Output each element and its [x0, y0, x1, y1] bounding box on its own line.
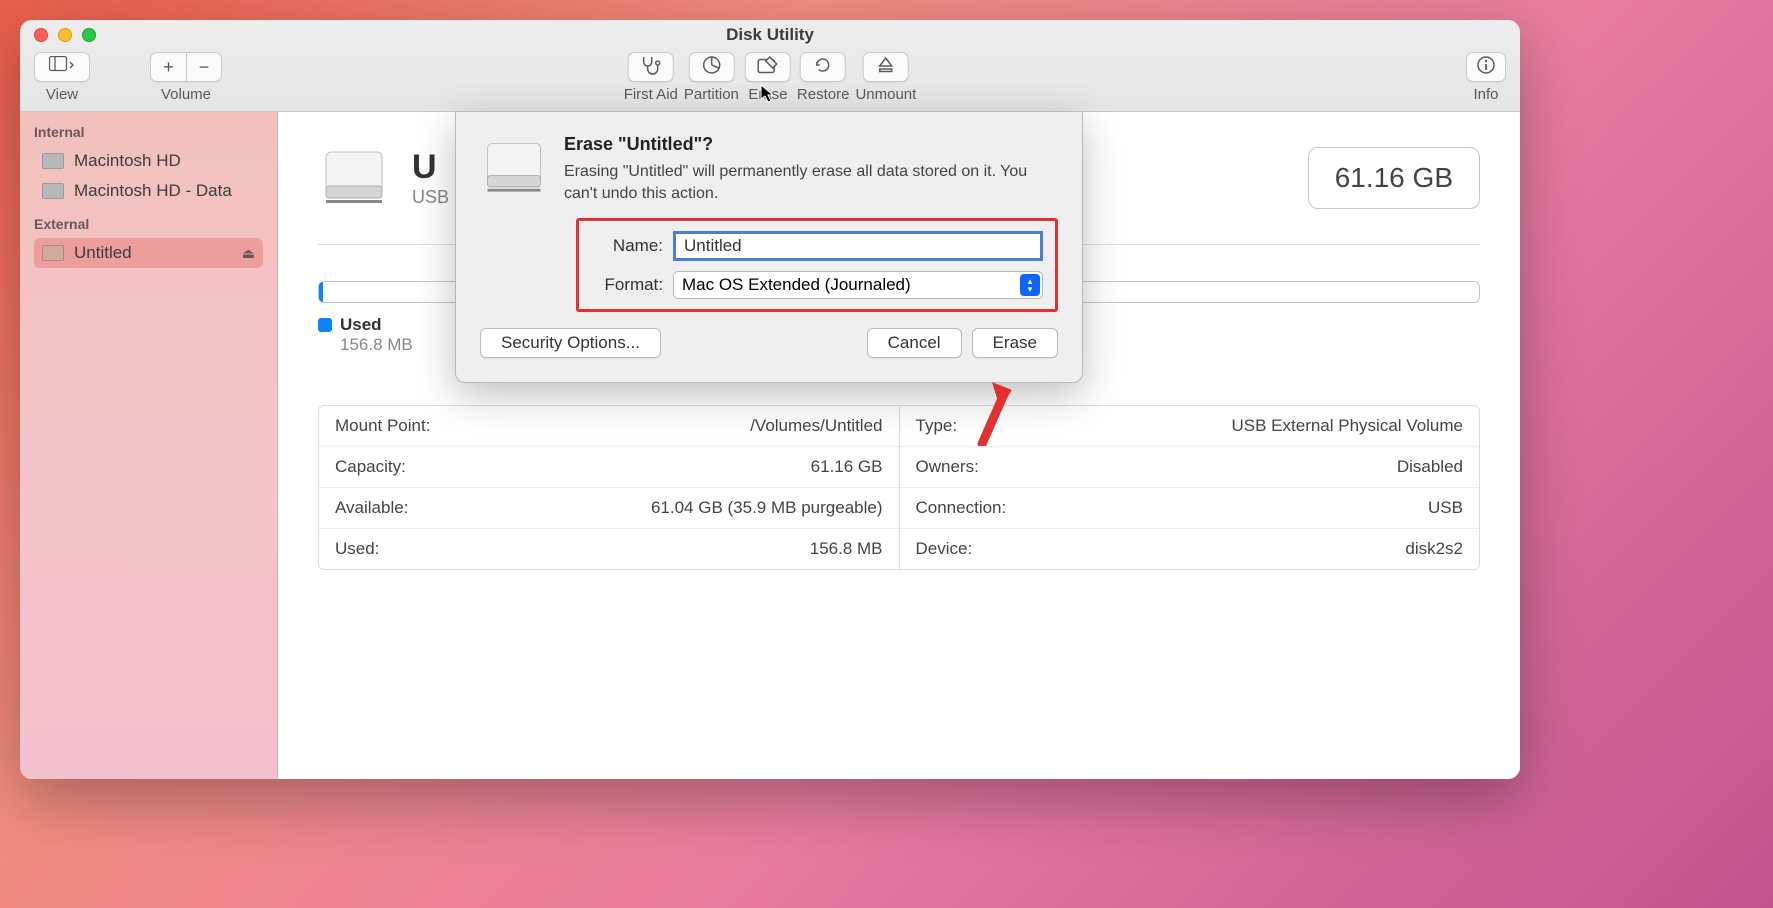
cancel-button[interactable]: Cancel — [867, 328, 962, 358]
view-label: View — [46, 86, 78, 103]
detail-value: USB — [1428, 498, 1463, 518]
zoom-button[interactable] — [82, 28, 96, 42]
internal-disk-icon — [42, 153, 64, 169]
unmount-label: Unmount — [855, 86, 916, 103]
info-icon — [1476, 55, 1496, 80]
detail-value: Disabled — [1397, 457, 1463, 477]
sidebar-item-macintosh-hd[interactable]: Macintosh HD — [34, 146, 263, 176]
usage-bar-fill — [319, 282, 323, 302]
legend-used-value: 156.8 MB — [340, 335, 413, 355]
info-label: Info — [1473, 86, 1498, 103]
detail-label: Owners: — [916, 457, 979, 477]
format-value: Mac OS Extended (Journaled) — [682, 275, 911, 295]
details-table: Mount Point: /Volumes/Untitled Capacity: 6… — [318, 405, 1480, 570]
minimize-button[interactable] — [58, 28, 72, 42]
sidebar-item-label: Macintosh HD - Data — [74, 181, 232, 201]
detail-row: Owners: Disabled — [900, 447, 1480, 488]
restore-label: Restore — [797, 86, 850, 103]
sidebar-item-macintosh-hd-data[interactable]: Macintosh HD - Data — [34, 176, 263, 206]
partition-label: Partition — [684, 86, 739, 103]
details-col-right: Type: USB External Physical Volume Owners… — [900, 406, 1480, 569]
erase-label: Erase — [748, 86, 787, 103]
format-label: Format: — [591, 275, 663, 295]
detail-row: Used: 156.8 MB — [319, 529, 899, 569]
erase-confirm-button[interactable]: Erase — [972, 328, 1058, 358]
stethoscope-icon — [640, 55, 662, 80]
plus-icon: + — [163, 57, 174, 78]
detail-label: Used: — [335, 539, 379, 559]
sidebar: Internal Macintosh HD Macintosh HD - Dat… — [20, 112, 278, 779]
disk-utility-window: Disk Utility View + − Volume — [20, 20, 1520, 779]
detail-label: Type: — [916, 416, 958, 436]
detail-label: Mount Point: — [335, 416, 430, 436]
partition-button[interactable] — [688, 52, 734, 82]
sidebar-item-untitled[interactable]: Untitled ⏏ — [34, 238, 263, 268]
volume-subtitle: USB — [412, 187, 449, 208]
security-options-button[interactable]: Security Options... — [480, 328, 661, 358]
volume-title: U — [412, 148, 449, 187]
external-disk-icon — [42, 245, 64, 261]
sheet-title: Erase "Untitled"? — [564, 134, 1058, 155]
restore-button[interactable] — [800, 52, 846, 82]
detail-label: Available: — [335, 498, 408, 518]
traffic-lights — [34, 28, 96, 42]
detail-value: /Volumes/Untitled — [750, 416, 882, 436]
sidebar-item-label: Untitled — [74, 243, 132, 263]
volume-big-icon — [318, 142, 390, 214]
volume-size: 61.16 GB — [1308, 147, 1480, 209]
volume-remove-button[interactable]: − — [186, 52, 222, 82]
detail-value: 61.04 GB (35.9 MB purgeable) — [651, 498, 883, 518]
eject-icon[interactable]: ⏏ — [242, 245, 255, 262]
unmount-button[interactable] — [863, 52, 909, 82]
detail-value: USB External Physical Volume — [1232, 416, 1464, 436]
detail-row: Capacity: 61.16 GB — [319, 447, 899, 488]
name-input[interactable] — [673, 231, 1043, 261]
select-arrows-icon: ▴▾ — [1020, 274, 1040, 296]
erase-icon — [757, 56, 779, 79]
minus-icon: − — [199, 57, 210, 78]
sidebar-toggle-icon — [49, 56, 75, 79]
detail-label: Connection: — [916, 498, 1007, 518]
detail-row: Device: disk2s2 — [900, 529, 1480, 569]
detail-label: Device: — [916, 539, 973, 559]
titlebar: Disk Utility View + − Volume — [20, 20, 1520, 112]
erase-button[interactable] — [745, 52, 791, 82]
detail-value: 61.16 GB — [811, 457, 883, 477]
info-button[interactable] — [1466, 52, 1506, 82]
name-label: Name: — [591, 236, 663, 256]
sheet-description: Erasing "Untitled" will permanently eras… — [564, 161, 1058, 204]
close-button[interactable] — [34, 28, 48, 42]
volume-label: Volume — [161, 86, 211, 103]
detail-value: disk2s2 — [1405, 539, 1463, 559]
volume-add-button[interactable]: + — [150, 52, 186, 82]
internal-disk-icon — [42, 183, 64, 199]
sheet-disk-icon — [480, 134, 548, 202]
legend-used-label: Used — [340, 315, 382, 335]
detail-row: Type: USB External Physical Volume — [900, 406, 1480, 447]
legend-used: Used 156.8 MB — [318, 315, 413, 355]
first-aid-label: First Aid — [624, 86, 678, 103]
view-button[interactable] — [34, 52, 90, 82]
detail-row: Connection: USB — [900, 488, 1480, 529]
detail-value: 156.8 MB — [810, 539, 883, 559]
titlebar-top: Disk Utility — [20, 20, 1520, 50]
detail-row: Available: 61.04 GB (35.9 MB purgeable) — [319, 488, 899, 529]
details-col-left: Mount Point: /Volumes/Untitled Capacity: 6… — [319, 406, 900, 569]
eject-icon — [877, 56, 895, 79]
sidebar-item-label: Macintosh HD — [74, 151, 181, 171]
toolbar: View + − Volume First Aid — [20, 50, 1520, 111]
highlighted-form-area: Name: Format: Mac OS Extended (Journaled… — [576, 218, 1058, 312]
sidebar-internal-header: Internal — [34, 118, 263, 146]
restore-icon — [813, 55, 833, 80]
legend-swatch-used — [318, 318, 332, 332]
first-aid-button[interactable] — [628, 52, 674, 82]
sidebar-external-header: External — [34, 210, 263, 238]
detail-label: Capacity: — [335, 457, 406, 477]
erase-sheet: Erase "Untitled"? Erasing "Untitled" wil… — [455, 112, 1083, 383]
pie-icon — [701, 55, 721, 80]
format-select[interactable]: Mac OS Extended (Journaled) ▴▾ — [673, 271, 1043, 299]
window-title: Disk Utility — [726, 25, 814, 45]
detail-row: Mount Point: /Volumes/Untitled — [319, 406, 899, 447]
